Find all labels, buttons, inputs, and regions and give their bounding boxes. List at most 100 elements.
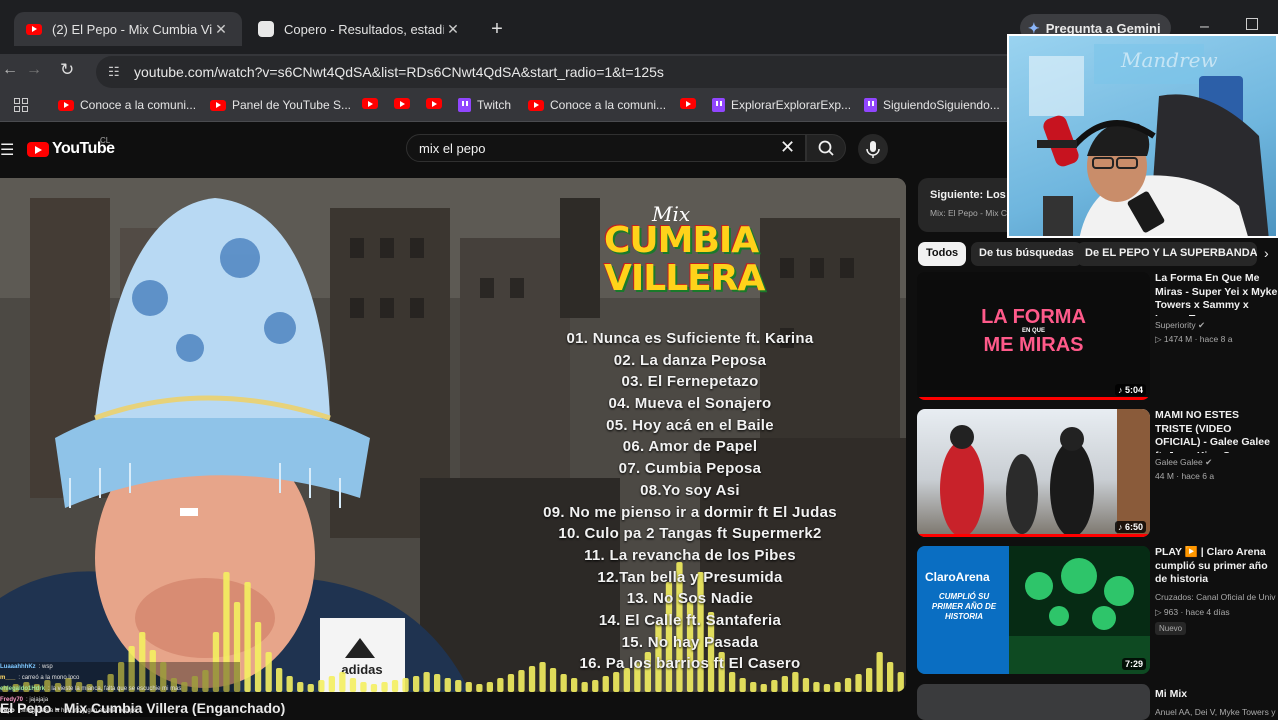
bookmark-item[interactable] xyxy=(426,98,448,109)
cover-title-line2: VILLERA xyxy=(604,258,765,299)
new-tab-button[interactable]: + xyxy=(486,18,508,41)
up-next-subtitle: Mix: El Pepo - Mix C xyxy=(930,208,1007,218)
chat-message: ehlegaldo1Hdrk: la vieste la mianca, fal… xyxy=(0,684,240,695)
maximize-button[interactable] xyxy=(1246,18,1258,30)
chip-from-searches[interactable]: De tus búsquedas xyxy=(971,242,1082,266)
visualizer-bar xyxy=(244,582,251,692)
track-item: 06. Amor de Papel xyxy=(622,438,758,456)
back-icon[interactable]: ← xyxy=(2,61,18,79)
visualizer-bar xyxy=(254,622,262,692)
reload-icon[interactable]: ↻ xyxy=(60,60,74,80)
track-item: 08.Yo soy Asi xyxy=(640,481,740,499)
bookmark-item[interactable] xyxy=(394,98,416,109)
watch-progress-bar xyxy=(917,534,1150,537)
chat-text: : wsp xyxy=(38,664,53,670)
search-input[interactable]: mix el pepo xyxy=(406,134,806,162)
video-thumbnail[interactable]: ♪ 6:50 xyxy=(917,409,1150,537)
clear-search-icon[interactable]: ✕ xyxy=(780,137,795,158)
bookmark-item[interactable] xyxy=(362,98,384,109)
recommendation-item[interactable]: Mi Mix Anuel AA, Dei V, Myke Towers y xyxy=(917,684,1278,720)
site-info-icon[interactable]: ☷ xyxy=(108,64,124,80)
bookmark-item[interactable]: Conoce a la comuni... xyxy=(58,98,196,112)
video-thumbnail[interactable] xyxy=(917,684,1150,720)
youtube-icon xyxy=(394,98,410,109)
chip-todos[interactable]: Todos xyxy=(918,242,967,266)
copero-favicon-icon xyxy=(258,21,274,37)
visualizer-bar xyxy=(444,678,451,692)
visualizer-bar xyxy=(434,674,441,692)
visualizer-bar xyxy=(581,682,588,692)
close-tab-icon[interactable]: ✕ xyxy=(444,21,462,38)
forward-icon[interactable]: → xyxy=(26,61,42,79)
chip-from-channel[interactable]: De EL PEPO Y LA SUPERBANDA GE xyxy=(1077,242,1257,266)
visualizer-bar xyxy=(360,682,367,692)
channel-name: Superiority xyxy=(1155,320,1196,330)
twitch-icon xyxy=(712,98,725,112)
track-item: 05. Hoy acá en el Baile xyxy=(606,416,774,434)
country-code: CL xyxy=(100,136,111,145)
rec-channel[interactable]: Cruzados: Canal Oficial de Univ xyxy=(1155,592,1275,602)
track-item: 03. El Fernepetazo xyxy=(621,373,759,391)
recommendation-item[interactable]: ClaroArena CUMPLIÓ SU PRIMER AÑO DE HIST… xyxy=(917,546,1278,676)
playlist-play-icon: ▷ xyxy=(1155,607,1164,617)
visualizer-bar xyxy=(476,684,483,692)
tab-title: (2) El Pepo - Mix Cumbia Villera xyxy=(52,21,212,37)
rec-channel[interactable]: Galee Galee ✔ xyxy=(1155,457,1212,468)
menu-icon[interactable]: ☰ xyxy=(0,140,14,160)
apps-grid-icon[interactable] xyxy=(14,98,28,112)
visualizer-bar xyxy=(339,672,346,692)
rec-meta: ▷ 963 · hace 4 días xyxy=(1155,607,1230,618)
track-item: 10. Culo pa 2 Tangas ft Supermerk2 xyxy=(558,525,822,543)
watch-progress-bar xyxy=(917,397,1150,400)
thumb-claro-panel: ClaroArena CUMPLIÓ SU PRIMER AÑO DE HIST… xyxy=(917,546,1009,674)
visualizer-bar xyxy=(349,678,357,692)
bookmark-label: SiguiendoSiguiendo... xyxy=(883,98,1000,112)
rec-title[interactable]: MAMI NO ESTES TRISTE (VIDEO OFICIAL) - G… xyxy=(1155,409,1278,453)
bookmark-item[interactable]: Conoce a la comuni... xyxy=(528,98,666,112)
track-item: 16. Pa los barrios ft El Casero xyxy=(579,655,801,673)
tab-copero[interactable]: Copero - Resultados, estadística ✕ xyxy=(246,12,474,46)
chat-text: : carreó a la mono loco xyxy=(18,675,80,681)
youtube-icon xyxy=(362,98,378,109)
rec-title[interactable]: PLAY ▶️ | Claro Arena cumplió su primer … xyxy=(1155,546,1278,587)
duration-text: 5:04 xyxy=(1124,385,1143,395)
video-thumbnail[interactable]: ClaroArena CUMPLIÓ SU PRIMER AÑO DE HIST… xyxy=(917,546,1150,674)
search-button[interactable] xyxy=(806,134,846,162)
bookmark-item[interactable] xyxy=(680,98,702,109)
tab-youtube[interactable]: (2) El Pepo - Mix Cumbia Villera ✕ xyxy=(14,12,242,46)
visualizer-bar xyxy=(802,678,810,692)
visualizer-bar xyxy=(413,676,420,692)
thumb-people-image xyxy=(940,409,1150,537)
recommendation-item[interactable]: ♪ 6:50 MAMI NO ESTES TRISTE (VIDEO OFICI… xyxy=(917,409,1278,539)
address-bar[interactable]: ☷ youtube.com/watch?v=s6CNwt4QdSA&list=R… xyxy=(96,56,1036,88)
rec-title[interactable]: La Forma En Que Me Miras - Super Yei x M… xyxy=(1155,272,1278,316)
bookmark-item-twitch[interactable]: SiguiendoSiguiendo... xyxy=(864,98,1000,112)
rec-channel[interactable]: Anuel AA, Dei V, Myke Towers y xyxy=(1155,707,1275,717)
close-tab-icon[interactable]: ✕ xyxy=(212,21,230,38)
youtube-favicon-icon xyxy=(26,21,42,37)
visualizer-bar xyxy=(402,678,409,692)
bookmark-item[interactable]: Panel de YouTube S... xyxy=(210,98,351,112)
meta-text: 44 M · hace 6 a xyxy=(1155,471,1215,481)
rec-channel[interactable]: Superiority ✔ xyxy=(1155,320,1205,331)
thumb-text: ClaroArena xyxy=(925,570,990,584)
bookmark-item-twitch[interactable]: ExplorarExplorarExp... xyxy=(712,98,851,112)
visualizer-bar xyxy=(781,676,788,692)
visualizer-bar xyxy=(518,670,525,692)
visualizer-bar xyxy=(391,680,399,692)
chevron-right-icon[interactable]: › xyxy=(1264,245,1269,261)
recommendation-item[interactable]: LA FORMA EN QUE ME MIRAS ♪ 5:04 La Forma… xyxy=(917,272,1278,402)
visualizer-bar xyxy=(465,682,472,692)
track-item: 09. No me pienso ir a dormir ft El Judas xyxy=(543,503,837,521)
stadium-fireworks-image xyxy=(1009,546,1150,674)
video-thumbnail[interactable]: LA FORMA EN QUE ME MIRAS ♪ 5:04 xyxy=(917,272,1150,400)
voice-search-button[interactable] xyxy=(858,134,888,164)
rec-title[interactable]: Mi Mix xyxy=(1155,688,1278,702)
track-item: 02. La danza Peposa xyxy=(613,351,767,369)
video-player[interactable]: adidas Mix CUMBIA VILLERA 01. Nunca es S… xyxy=(0,178,906,692)
youtube-icon xyxy=(58,99,74,111)
track-item: 11. La revancha de los Pibes xyxy=(584,546,796,564)
visualizer-bar xyxy=(265,652,272,692)
bookmark-item-twitch[interactable]: Twitch xyxy=(458,98,511,112)
youtube-logo-icon[interactable] xyxy=(27,142,49,157)
